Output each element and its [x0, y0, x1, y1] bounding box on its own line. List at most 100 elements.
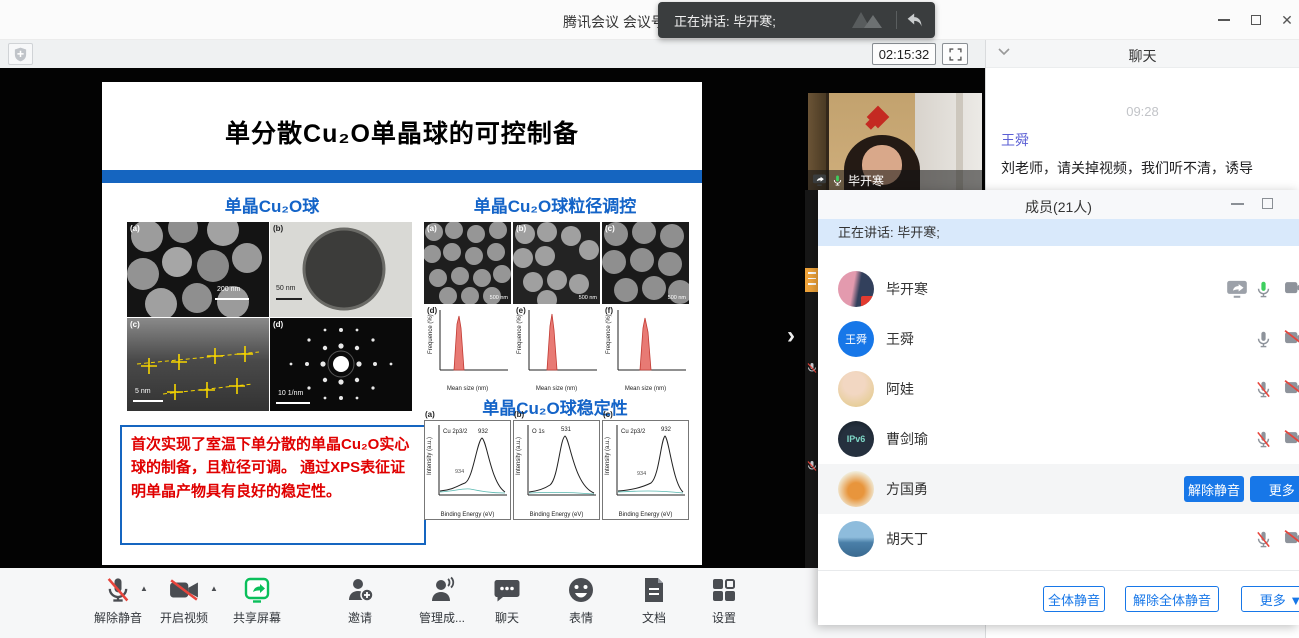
members-minimize-button[interactable]: [1231, 203, 1244, 205]
scale-label: 10 1/nm: [278, 390, 303, 397]
camera-off-icon[interactable]: [1284, 530, 1299, 546]
avatar: [838, 521, 874, 557]
fullscreen-button[interactable]: [942, 43, 968, 65]
manage-members-label: 管理成...: [406, 609, 478, 626]
meeting-logo-icon: [848, 9, 888, 31]
xps-xlabel: Binding Energy (eV): [514, 512, 599, 518]
scale-label: 5 nm: [135, 388, 151, 395]
member-row[interactable]: 胡天丁: [818, 514, 1299, 564]
shared-slide: 单分散Cu₂O单晶球的可控制备 单晶Cu₂O球 单晶Cu₂O球粒径调控 单晶Cu…: [102, 82, 702, 565]
window-minimize-button[interactable]: [1213, 10, 1235, 30]
svg-text:934: 934: [455, 469, 464, 475]
speaking-toast-text: 正在讲话: 毕开寒;: [674, 11, 848, 30]
svg-text:O 1s: O 1s: [532, 429, 545, 435]
sem-row: (a) 500 nm (b) 500 nm (c) 500 nm: [424, 222, 689, 304]
mic-muted-icon[interactable]: [1255, 380, 1272, 399]
panel-label: (e): [516, 306, 526, 315]
slide-title: 单分散Cu₂O单晶球的可控制备: [102, 114, 702, 150]
footer-more-button[interactable]: 更多 ▼: [1241, 586, 1299, 612]
window-close-button[interactable]: ✕: [1276, 10, 1298, 30]
member-name: 王舜: [886, 314, 914, 364]
hrtem-image-c: (c) 5 nm: [127, 318, 269, 411]
video-tile-speaker[interactable]: 毕开寒: [808, 93, 982, 190]
video-options-caret[interactable]: ▲: [210, 584, 218, 593]
emoji-button[interactable]: 表情: [545, 574, 617, 626]
unmute-button[interactable]: 解除静音: [82, 574, 154, 626]
member-row[interactable]: 阿娃: [818, 364, 1299, 414]
share-screen-button[interactable]: 共享屏幕: [221, 574, 293, 626]
member-row[interactable]: 王舜 王舜: [818, 314, 1299, 364]
mic-muted-icon: [806, 362, 818, 374]
shield-icon: [14, 47, 27, 62]
panel-label: (d): [427, 306, 437, 315]
mic-muted-icon[interactable]: [1255, 430, 1272, 449]
histogram-e: Frequence (%) (e) Mean size (nm): [513, 306, 600, 392]
tem-image-b: (b) 50 nm: [270, 222, 412, 317]
camera-off-icon[interactable]: [1284, 380, 1299, 396]
sem-size-image-c: (c) 500 nm: [602, 222, 689, 304]
settings-button[interactable]: 设置: [688, 574, 760, 626]
member-more-button[interactable]: 更多 ▼: [1250, 476, 1299, 502]
avatar: 王舜: [838, 321, 874, 357]
chat-message: 刘老师，请关掉视频，我们听不清，诱导: [1001, 158, 1293, 178]
member-sharing-icon[interactable]: [1226, 280, 1248, 298]
minimize-icon: [1218, 19, 1230, 21]
xps-row: Cu 2p3/2932934Intensity (a.u.) (a) Bindi…: [424, 420, 689, 520]
svg-text:Cu 2p3/2: Cu 2p3/2: [621, 429, 646, 435]
mute-all-button[interactable]: 全体静音: [1043, 586, 1105, 612]
avatar-text: 王舜: [838, 321, 874, 357]
histogram-d: Frequence (%) (d) Mean size (nm): [424, 306, 511, 392]
hist-xlabel: Mean size (nm): [424, 386, 511, 392]
camera-off-icon[interactable]: [1284, 430, 1299, 446]
mic-on-icon[interactable]: [1255, 330, 1272, 349]
expand-video-strip-button[interactable]: ›: [780, 322, 802, 352]
notification-badge: [805, 268, 819, 292]
chat-sender: 王舜: [1001, 130, 1029, 150]
member-name: 胡天丁: [886, 514, 928, 564]
member-row[interactable]: 毕开寒: [818, 264, 1299, 314]
settings-label: 设置: [688, 609, 760, 626]
camera-on-icon[interactable]: [1284, 280, 1299, 296]
svg-text:Frequence (%): Frequence (%): [517, 314, 523, 354]
security-shield-button[interactable]: [8, 43, 33, 65]
panel-label: (c): [603, 410, 613, 419]
slide-stability-header: 单晶Cu₂O球稳定性: [465, 394, 645, 419]
hist-xlabel: Mean size (nm): [513, 386, 600, 392]
svg-text:Intensity (a.u.): Intensity (a.u.): [427, 437, 433, 475]
scale-label: 200 nm: [217, 286, 240, 293]
unmute-all-button[interactable]: 解除全体静音: [1125, 586, 1219, 612]
invite-button[interactable]: 邀请: [324, 574, 396, 626]
scale-label: 500 nm: [668, 295, 686, 301]
member-row[interactable]: 方国勇 解除静音 更多 ▼: [818, 464, 1299, 514]
member-unmute-button[interactable]: 解除静音: [1184, 476, 1244, 502]
window-maximize-button[interactable]: [1245, 10, 1267, 30]
window-title: 腾讯会议 会议号: [563, 12, 665, 32]
mic-options-caret[interactable]: ▲: [140, 584, 148, 593]
manage-members-button[interactable]: 管理成...: [406, 574, 478, 626]
mic-active-icon: [832, 174, 843, 187]
panel-label: (c): [605, 224, 615, 233]
meeting-timer: 02:15:32: [872, 43, 936, 65]
docs-button[interactable]: 文档: [618, 574, 690, 626]
camera-off-icon[interactable]: [1284, 330, 1299, 346]
chat-bubble-icon: [493, 576, 521, 604]
members-maximize-button[interactable]: [1262, 198, 1273, 209]
chat-timestamp: 09:28: [986, 104, 1299, 119]
member-row[interactable]: IPv6 曹剑瑜: [818, 414, 1299, 464]
scale-bar: [276, 402, 310, 404]
manage-members-icon: [428, 576, 456, 604]
sem-image-a: (a) 200 nm: [127, 222, 269, 317]
reply-arrow-icon[interactable]: [905, 11, 925, 29]
scale-bar: [276, 298, 302, 300]
avatar: [838, 371, 874, 407]
share-screen-icon: [243, 576, 271, 604]
members-title: 成员(21人): [818, 197, 1299, 217]
avatar: [838, 271, 874, 307]
mic-speaking-icon[interactable]: [1255, 280, 1272, 299]
members-panel: 成员(21人) 正在讲话: 毕开寒; 毕开寒 王舜 王舜 阿娃: [818, 190, 1299, 625]
mic-muted-icon[interactable]: [1255, 530, 1272, 549]
chat-button[interactable]: 聊天: [471, 574, 543, 626]
start-video-button[interactable]: 开启视频: [148, 574, 220, 626]
avatar: IPv6: [838, 421, 874, 457]
meeting-info-bar: 02:15:32: [0, 40, 985, 68]
